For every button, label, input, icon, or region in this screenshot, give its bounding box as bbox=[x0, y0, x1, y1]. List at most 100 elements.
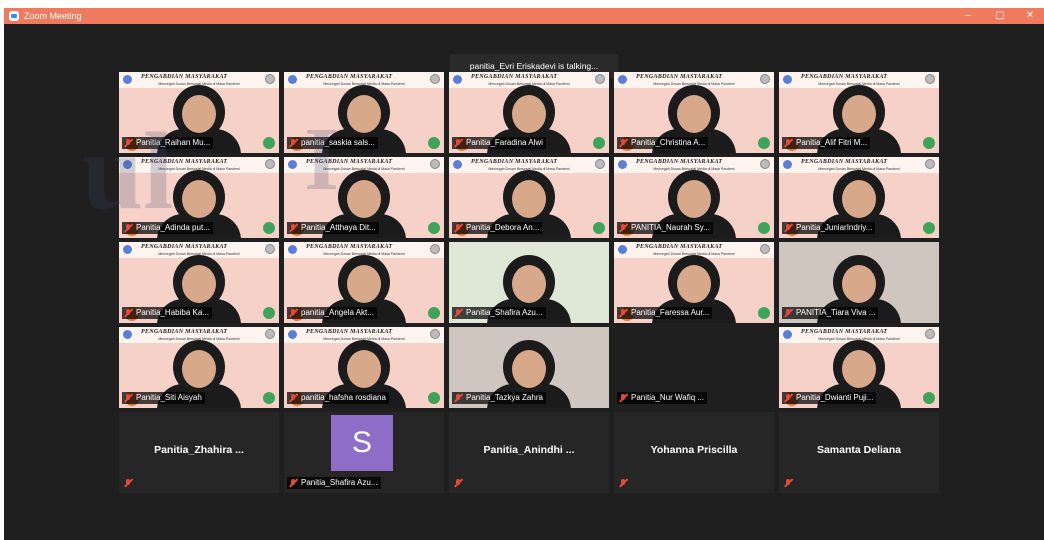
badge-icon bbox=[760, 74, 770, 84]
participant-tile[interactable]: PENGABDIAN MASYARAKAT Mencegah Dosan Bers… bbox=[614, 242, 774, 323]
participant-name: Panitia_Atthaya Dit... bbox=[301, 223, 376, 232]
participant-name: Panitia_Shafira Azu... bbox=[466, 308, 543, 317]
participant-name-center: Yohanna Priscilla bbox=[650, 444, 738, 456]
participant-nameplate: Panitia_Shafira Azu... bbox=[287, 477, 381, 489]
participant-tile[interactable]: PENGABDIAN MASYARAKAT Mencegah Dosan Bers… bbox=[284, 157, 444, 238]
slide-title: PENGABDIAN MASYARAKAT bbox=[636, 159, 723, 165]
participant-nameplate: Panitia_Siti Aisyah bbox=[122, 392, 205, 404]
muted-mic-icon bbox=[783, 308, 793, 318]
maximize-button[interactable]: ▢ bbox=[988, 8, 1012, 24]
participant-tile[interactable]: PENGABDIAN MASYARAKAT Mencegah Dosan Bers… bbox=[119, 327, 279, 408]
participant-tile[interactable]: Panitia_Nur Wafiq ... bbox=[614, 327, 774, 408]
participant-name: Panitia_Habiba Ka... bbox=[136, 308, 209, 317]
participant-name: Panitia_Alif Fitri M... bbox=[796, 138, 868, 147]
participant-name: panitia_hafsha rosdiana bbox=[301, 393, 386, 402]
slide-title: PENGABDIAN MASYARAKAT bbox=[636, 74, 723, 80]
participant-name: Panitia_Faradina Alwi bbox=[466, 138, 543, 147]
badge-icon bbox=[430, 244, 440, 254]
muted-mic-icon bbox=[453, 223, 463, 233]
participant-nameplate: panitia_hafsha rosdiana bbox=[287, 392, 389, 404]
badge-icon bbox=[925, 74, 935, 84]
badge-icon bbox=[925, 159, 935, 169]
participant-tile[interactable]: PENGABDIAN MASYARAKAT Mencegah Dosan Bers… bbox=[779, 327, 939, 408]
participant-name: Panitia_JuniarIndriy... bbox=[796, 223, 873, 232]
slide-title: PENGABDIAN MASYARAKAT bbox=[306, 159, 393, 165]
participant-tile[interactable]: PENGABDIAN MASYARAKAT Mencegah Dosan Bers… bbox=[119, 157, 279, 238]
muted-mic-icon bbox=[453, 138, 463, 148]
muted-mic-icon bbox=[453, 478, 463, 488]
muted-mic-icon bbox=[288, 223, 298, 233]
muted-mic-icon bbox=[288, 478, 298, 488]
participant-tile[interactable]: PANITIA_Tiara Viva ... bbox=[779, 242, 939, 323]
participant-tile[interactable]: Panitia_Anindhi ... bbox=[449, 412, 609, 493]
participant-tile[interactable]: Yohanna Priscilla bbox=[614, 412, 774, 493]
participant-tile[interactable]: PENGABDIAN MASYARAKAT Mencegah Dosan Bers… bbox=[779, 157, 939, 238]
participant-tile[interactable]: PENGABDIAN MASYARAKAT Mencegah Dosan Bers… bbox=[614, 72, 774, 153]
participant-tile[interactable]: Panitia_Tazkya Zahra bbox=[449, 327, 609, 408]
muted-mic-icon bbox=[123, 138, 133, 148]
participant-nameplate: Panitia_Debora An... bbox=[452, 222, 543, 234]
participant-name: Panitia_Tazkya Zahra bbox=[466, 393, 543, 402]
muted-mic-icon bbox=[618, 478, 628, 488]
participant-name: Panitia_Debora An... bbox=[466, 223, 540, 232]
participant-tile[interactable]: S Panitia_Shafira Azu... bbox=[284, 412, 444, 493]
slide-title: PENGABDIAN MASYARAKAT bbox=[801, 329, 888, 335]
minimize-button[interactable]: – bbox=[956, 8, 980, 24]
badge-icon bbox=[925, 329, 935, 339]
participant-tile[interactable]: Panitia_Shafira Azu... bbox=[449, 242, 609, 323]
participant-nameplate: panitia_saskia sals... bbox=[287, 137, 378, 149]
participant-name: panitia_saskia sals... bbox=[301, 138, 375, 147]
participant-nameplate: Panitia_Dwianti Puji... bbox=[782, 392, 877, 404]
slide-title: PENGABDIAN MASYARAKAT bbox=[471, 74, 558, 80]
green-circle-icon bbox=[263, 307, 275, 319]
participant-tile[interactable]: PENGABDIAN MASYARAKAT Mencegah Dosan Bers… bbox=[779, 72, 939, 153]
green-circle-icon bbox=[428, 307, 440, 319]
muted-mic-icon bbox=[123, 393, 133, 403]
participant-tile[interactable]: PENGABDIAN MASYARAKAT Mencegah Dosan Bers… bbox=[449, 157, 609, 238]
slide-title: PENGABDIAN MASYARAKAT bbox=[306, 329, 393, 335]
participant-name: Panitia_Nur Wafiq ... bbox=[631, 393, 705, 402]
meeting-window: panitia_Evri Eriskadevi is talking... PE… bbox=[4, 24, 1044, 540]
participant-name-center: Samanta Deliana bbox=[816, 444, 902, 456]
badge-icon bbox=[265, 329, 275, 339]
participant-tile[interactable]: PENGABDIAN MASYARAKAT Mencegah Dosan Bers… bbox=[119, 72, 279, 153]
avatar: S bbox=[331, 415, 393, 471]
green-circle-icon bbox=[263, 392, 275, 404]
participant-nameplate: Panitia_Alif Fitri M... bbox=[782, 137, 871, 149]
badge-icon bbox=[760, 244, 770, 254]
participant-tile[interactable]: PENGABDIAN MASYARAKAT Mencegah Dosan Bers… bbox=[119, 242, 279, 323]
slide-title: PENGABDIAN MASYARAKAT bbox=[306, 244, 393, 250]
green-circle-icon bbox=[593, 222, 605, 234]
participant-tile[interactable]: PENGABDIAN MASYARAKAT Mencegah Dosan Bers… bbox=[284, 327, 444, 408]
zoom-app-icon bbox=[9, 11, 19, 21]
muted-mic-icon bbox=[123, 223, 133, 233]
window-titlebar: Zoom Meeting – ▢ ✕ bbox=[4, 8, 1044, 24]
green-circle-icon bbox=[758, 222, 770, 234]
participant-nameplate: Panitia_Faradina Alwi bbox=[452, 137, 546, 149]
window-title: Zoom Meeting bbox=[24, 11, 82, 21]
muted-mic-icon bbox=[453, 308, 463, 318]
participant-tile[interactable]: Panitia_Zhahira ... bbox=[119, 412, 279, 493]
green-circle-icon bbox=[593, 137, 605, 149]
participant-name: Panitia_Raihan Mu... bbox=[136, 138, 211, 147]
close-button[interactable]: ✕ bbox=[1018, 8, 1042, 24]
participant-name-center: Panitia_Zhahira ... bbox=[154, 444, 244, 456]
participant-tile[interactable]: PENGABDIAN MASYARAKAT Mencegah Dosan Bers… bbox=[284, 242, 444, 323]
badge-icon bbox=[760, 159, 770, 169]
slide-title: PENGABDIAN MASYARAKAT bbox=[801, 74, 888, 80]
green-circle-icon bbox=[923, 222, 935, 234]
participant-nameplate: PANITIA_Naurah Sy... bbox=[617, 222, 713, 234]
muted-mic-icon bbox=[123, 478, 133, 488]
green-circle-icon bbox=[758, 307, 770, 319]
muted-mic-icon bbox=[783, 393, 793, 403]
participant-tile[interactable]: Samanta Deliana bbox=[779, 412, 939, 493]
participant-tile[interactable]: PENGABDIAN MASYARAKAT Mencegah Dosan Bers… bbox=[449, 72, 609, 153]
participant-tile[interactable]: PENGABDIAN MASYARAKAT Mencegah Dosan Bers… bbox=[284, 72, 444, 153]
badge-icon bbox=[430, 159, 440, 169]
participant-nameplate: PANITIA_Tiara Viva ... bbox=[782, 307, 879, 319]
participant-nameplate: Panitia_Tazkya Zahra bbox=[452, 392, 546, 404]
muted-mic-icon bbox=[618, 138, 628, 148]
green-circle-icon bbox=[758, 137, 770, 149]
badge-icon bbox=[265, 74, 275, 84]
participant-tile[interactable]: PENGABDIAN MASYARAKAT Mencegah Dosan Bers… bbox=[614, 157, 774, 238]
